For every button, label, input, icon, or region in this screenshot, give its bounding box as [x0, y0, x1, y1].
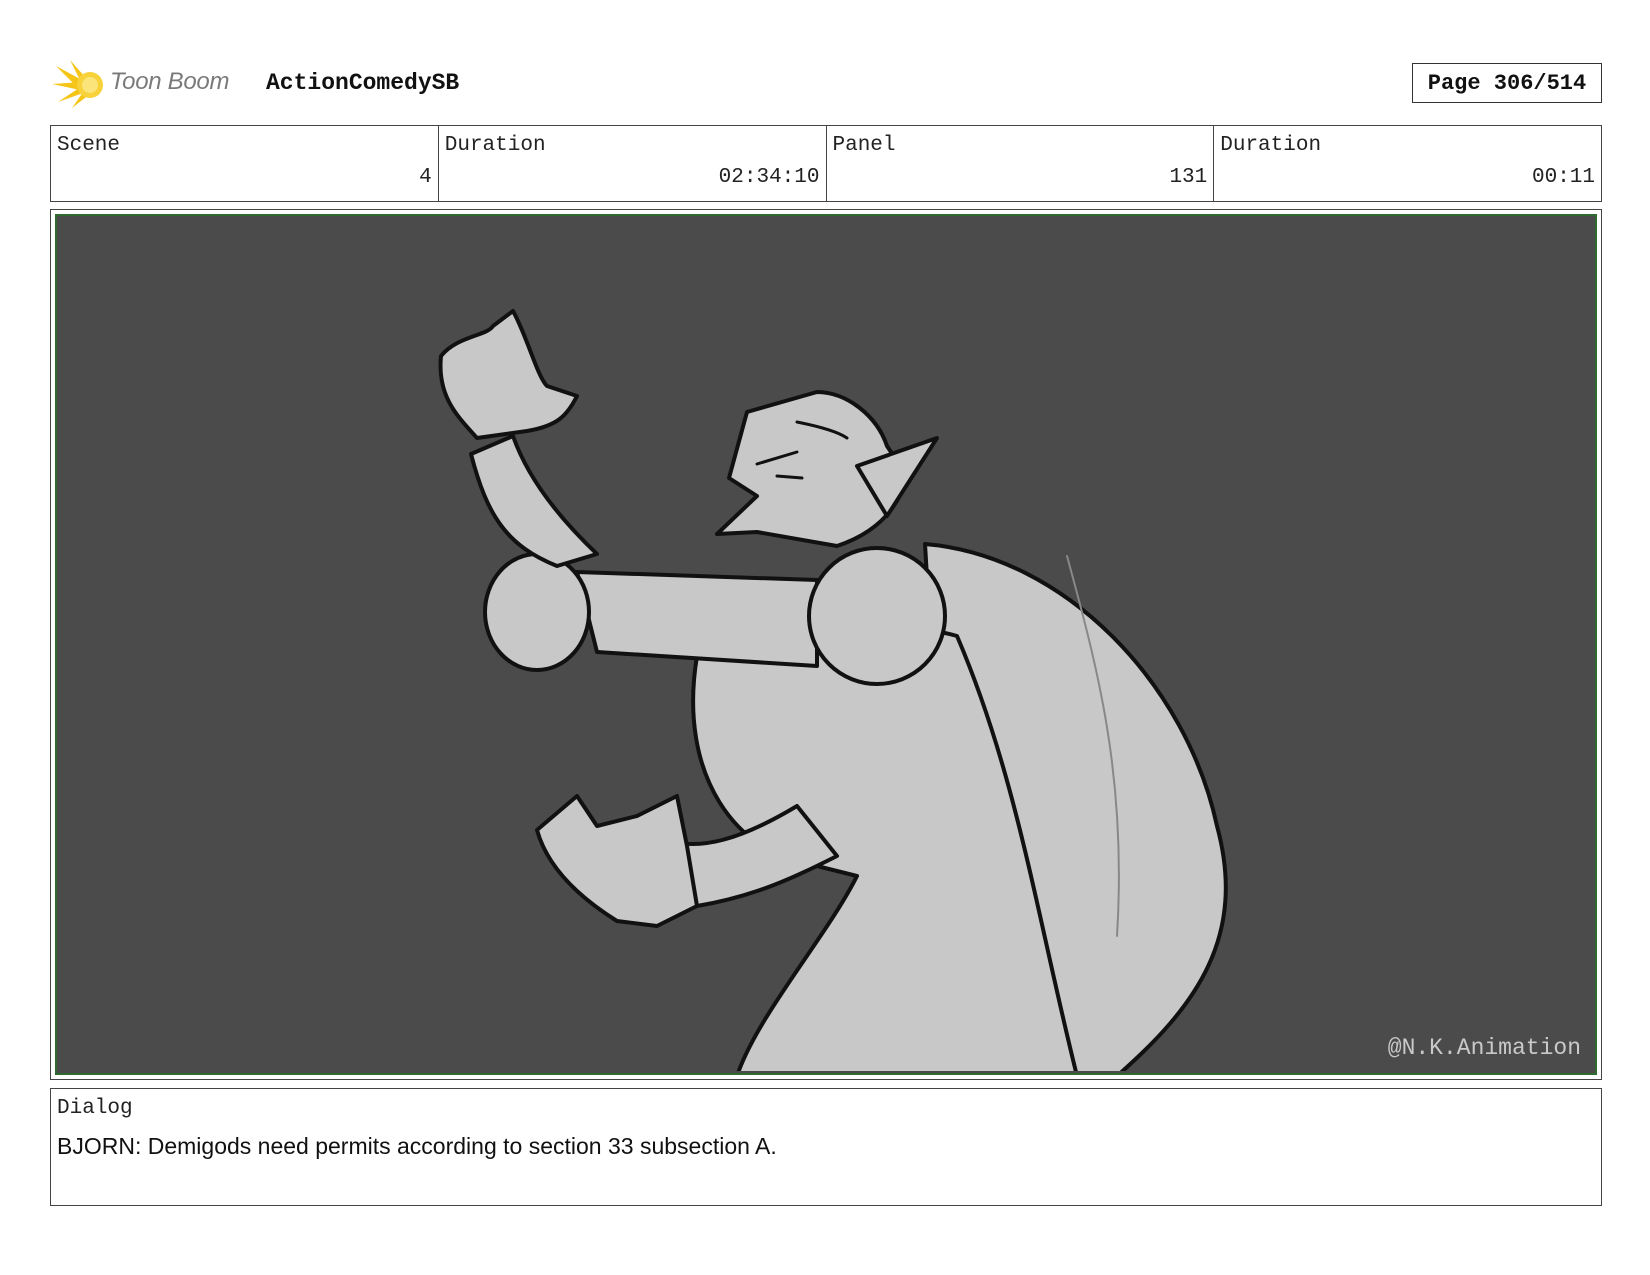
- scene-duration-label: Duration: [444, 134, 546, 157]
- dialog-box: Dialog BJORN: Demigods need permits acco…: [50, 1088, 1602, 1206]
- panel-info-bar: Scene 4 Duration 02:34:10 Panel 131 Dura…: [50, 125, 1602, 202]
- scene-cell: Scene 4: [51, 126, 439, 201]
- page-indicator: Page 306/514: [1412, 63, 1602, 103]
- scene-duration-value: 02:34:10: [718, 166, 820, 189]
- toon-boom-burst-icon: [52, 60, 103, 108]
- project-title: ActionComedySB: [266, 70, 460, 96]
- panel-value: 131: [1169, 166, 1208, 189]
- watermark: @N.K.Animation: [1387, 1035, 1581, 1061]
- scene-label: Scene: [57, 134, 121, 157]
- scene-value: 4: [419, 166, 432, 189]
- panel-duration-cell: Duration 00:11: [1214, 126, 1601, 201]
- storyboard-panel-image: @N.K.Animation: [55, 214, 1597, 1075]
- character-sketch: [438, 309, 1228, 1071]
- panel-label: Panel: [832, 134, 896, 157]
- panel-cell: Panel 131: [827, 126, 1215, 201]
- panel-duration-value: 00:11: [1531, 166, 1595, 189]
- logo-wordmark: Toon Boom: [110, 68, 230, 95]
- dialog-text: BJORN: Demigods need permits according t…: [57, 1133, 777, 1159]
- toon-boom-logo: Toon Boom: [52, 56, 252, 112]
- dialog-label: Dialog: [57, 1097, 133, 1120]
- panel-duration-label: Duration: [1220, 134, 1322, 157]
- scene-duration-cell: Duration 02:34:10: [439, 126, 827, 201]
- storyboard-panel-frame: @N.K.Animation: [50, 209, 1602, 1080]
